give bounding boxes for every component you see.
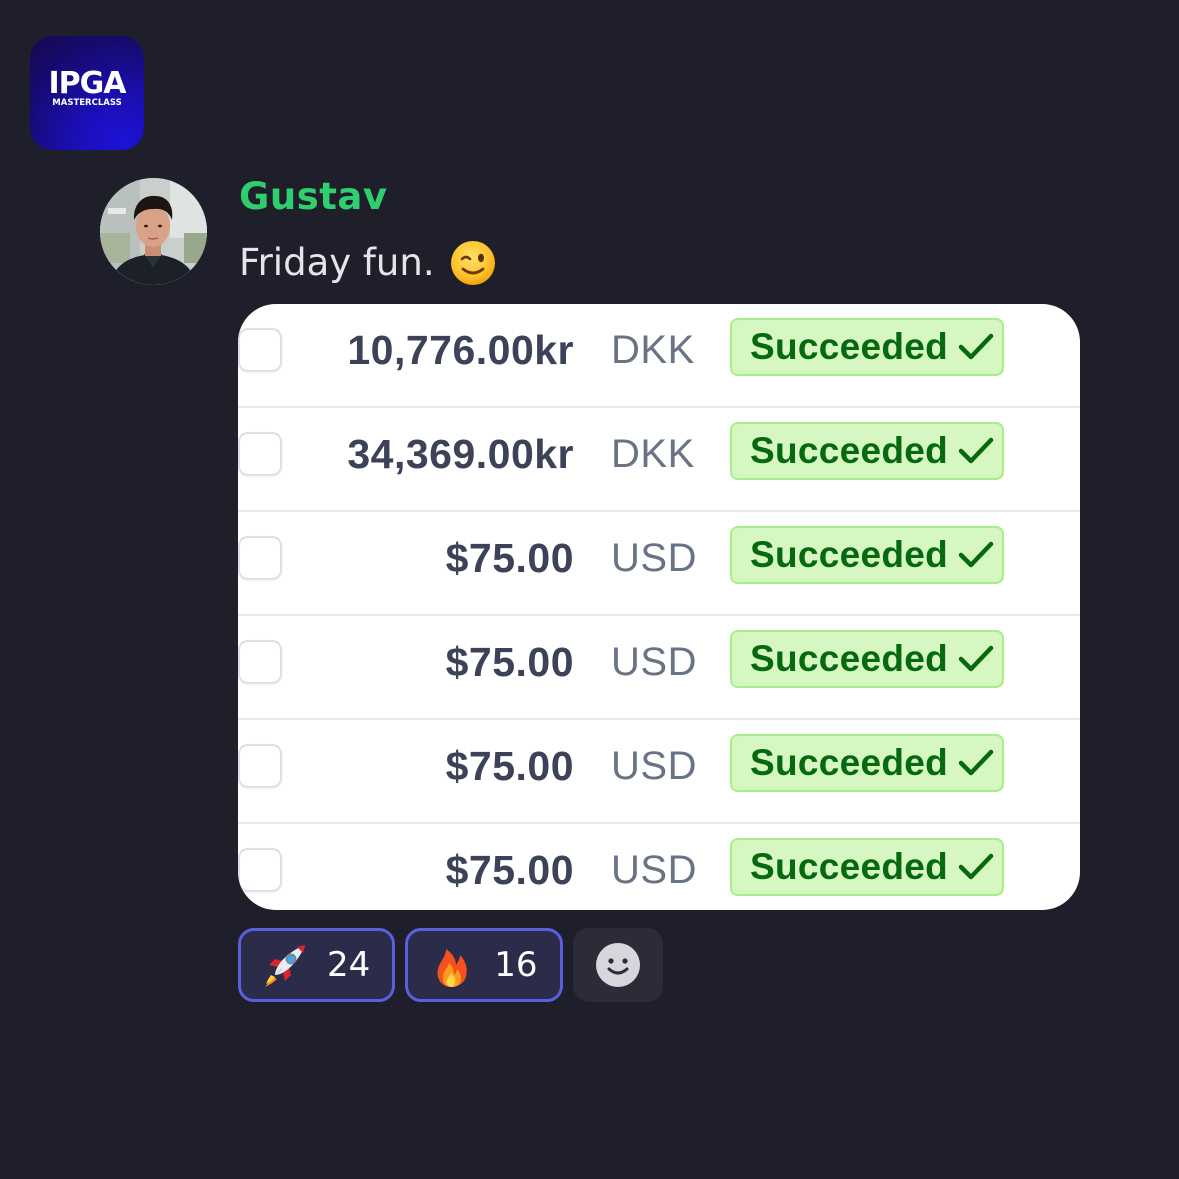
status-badge: Succeeded [730, 838, 1004, 896]
logo-subtitle: MASTERCLASS [52, 98, 122, 108]
reaction-count: 16 [494, 945, 538, 985]
payment-currency: USD [611, 848, 697, 892]
payment-amount: 34,369.00kr [347, 431, 574, 477]
reactions-bar: 24 16 [238, 928, 663, 1002]
server-logo[interactable]: IPGA MASTERCLASS [30, 36, 144, 150]
message-content: Friday fun. [239, 236, 497, 290]
payment-amount: $75.00 [445, 847, 574, 893]
payment-currency: USD [611, 744, 697, 788]
status-label: Succeeded [750, 742, 949, 783]
payment-row: $75.00 USD Succeeded [238, 720, 1080, 824]
payment-amount: 10,776.00kr [347, 327, 574, 373]
avatar[interactable] [100, 178, 207, 285]
message-author[interactable]: Gustav [239, 172, 388, 222]
payment-amount: $75.00 [445, 743, 574, 789]
status-label: Succeeded [750, 326, 949, 367]
checkmark-icon [958, 645, 994, 672]
status-label: Succeeded [750, 638, 949, 679]
checkmark-icon [958, 749, 994, 776]
checkmark-icon [958, 541, 994, 568]
row-checkbox [238, 744, 282, 788]
reaction-fire[interactable]: 16 [405, 928, 563, 1002]
status-label: Succeeded [750, 846, 949, 887]
row-checkbox [238, 640, 282, 684]
avatar-photo [100, 178, 207, 285]
status-badge: Succeeded [730, 422, 1004, 480]
reaction-count: 24 [327, 945, 371, 985]
fire-icon [437, 949, 468, 987]
row-checkbox [238, 328, 282, 372]
payment-amount: $75.00 [445, 639, 574, 685]
status-badge: Succeeded [730, 630, 1004, 688]
row-checkbox [238, 536, 282, 580]
status-label: Succeeded [750, 430, 949, 471]
payment-currency: USD [611, 640, 697, 684]
payment-row: 10,776.00kr DKK Succeeded [238, 304, 1080, 408]
checkmark-icon [958, 437, 994, 464]
payment-amount: $75.00 [445, 535, 574, 581]
row-checkbox [238, 848, 282, 892]
payments-screenshot[interactable]: 10,776.00kr DKK Succeeded 34,369.00kr DK… [238, 304, 1080, 910]
checkmark-icon [958, 853, 994, 880]
status-label: Succeeded [750, 534, 949, 575]
add-reaction-button[interactable] [572, 928, 663, 1002]
status-badge: Succeeded [730, 734, 1004, 792]
status-badge: Succeeded [730, 318, 1004, 376]
smiley-icon [595, 943, 640, 987]
payment-row: 34,369.00kr DKK Succeeded [238, 408, 1080, 512]
row-checkbox [238, 432, 282, 476]
reaction-rocket[interactable]: 24 [238, 928, 396, 1002]
winking-face-icon [450, 241, 495, 285]
payment-currency: DKK [611, 328, 695, 372]
chat-canvas: IPGA MASTERCLASS Gustav Friday fun. 10,7… [0, 0, 1179, 1179]
status-badge: Succeeded [730, 526, 1004, 584]
payment-currency: USD [611, 536, 697, 580]
payment-row: $75.00 USD Succeeded [238, 616, 1080, 720]
payment-row: $75.00 USD Succeeded [238, 512, 1080, 616]
rocket-icon [265, 945, 305, 987]
checkmark-icon [958, 333, 994, 360]
payment-row: $75.00 USD Succeeded [238, 824, 1080, 910]
payment-currency: DKK [611, 432, 695, 476]
message-text: Friday fun. [239, 241, 435, 284]
logo-title: IPGA [48, 66, 127, 101]
